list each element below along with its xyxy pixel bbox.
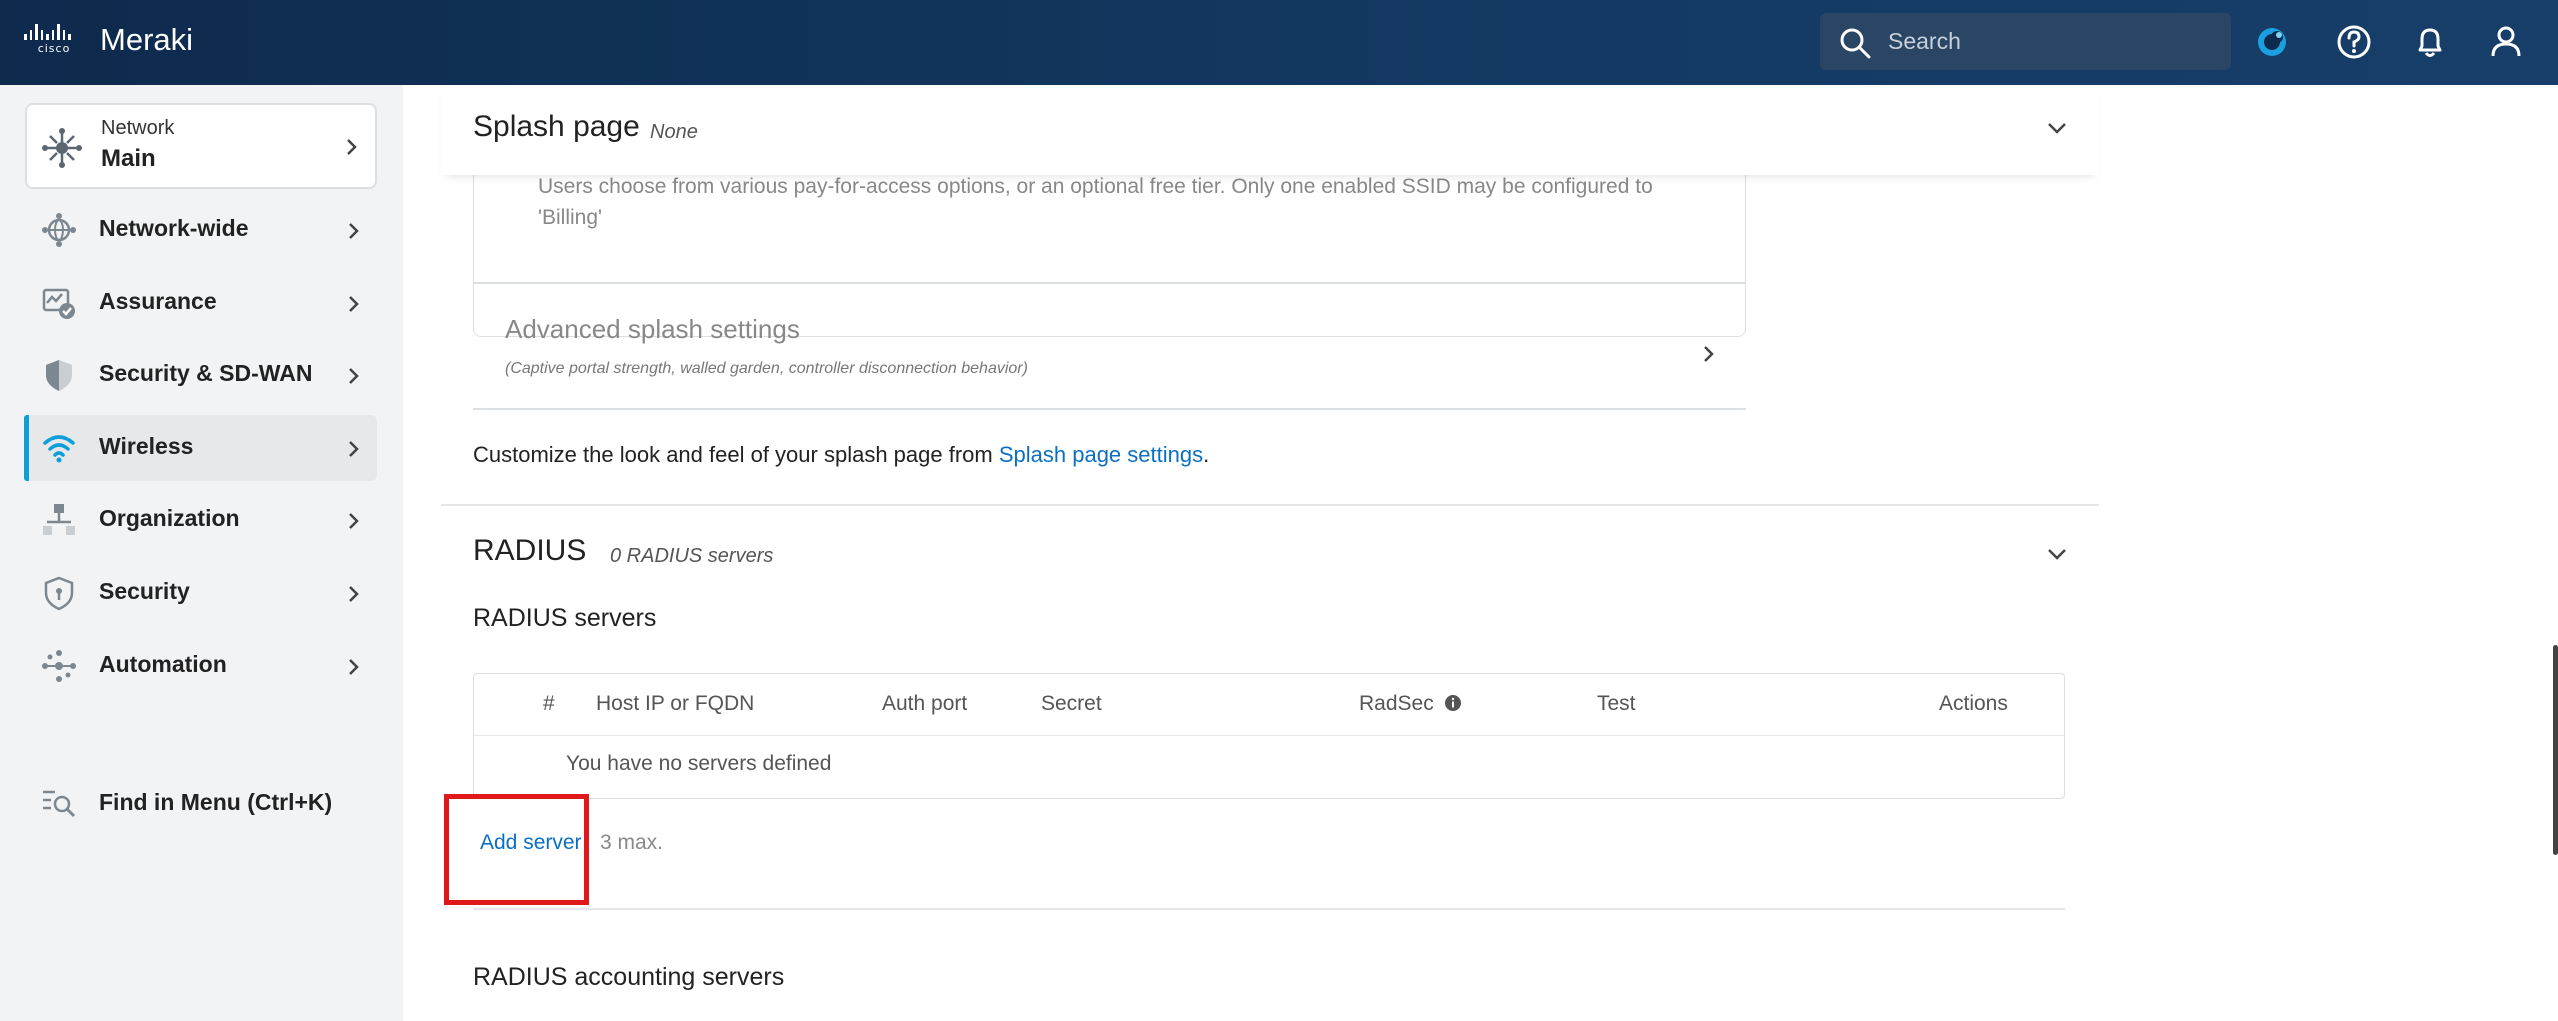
- advanced-splash-settings[interactable]: Advanced splash settings (Captive portal…: [473, 282, 1746, 410]
- chevron-right-icon: [349, 586, 359, 602]
- highlight-annotation: [444, 794, 589, 905]
- section-divider: [473, 908, 2065, 910]
- splash-page-settings-link[interactable]: Splash page settings: [999, 442, 1203, 467]
- chevron-right-icon: [349, 296, 359, 312]
- billing-description: Users choose from various pay-for-access…: [538, 175, 1653, 229]
- chevron-right-icon: [349, 368, 359, 384]
- column-header-number: #: [543, 692, 555, 715]
- automation-icon: [42, 650, 76, 682]
- find-in-menu[interactable]: Find in Menu (Ctrl+K): [25, 775, 377, 831]
- chevron-right-icon: [349, 659, 359, 675]
- column-header-test: Test: [1597, 692, 1636, 715]
- radius-title: RADIUS: [473, 534, 587, 567]
- sidebar-item-label: Assurance: [99, 288, 217, 314]
- radius-subtitle: 0 RADIUS servers: [610, 545, 774, 567]
- chevron-down-icon[interactable]: [2046, 121, 2068, 135]
- chevron-right-icon: [349, 223, 359, 239]
- customize-prefix: Customize the look and feel of your spla…: [473, 442, 999, 467]
- splash-title: Splash page: [473, 110, 640, 143]
- main-content: Splash page None Users choose from vario…: [403, 85, 2558, 1021]
- advanced-splash-title: Advanced splash settings: [505, 314, 800, 344]
- find-menu-label: Find in Menu (Ctrl+K): [99, 789, 333, 815]
- find-menu-icon: [43, 790, 76, 818]
- network-wide-icon: [42, 213, 76, 247]
- network-label: Network: [101, 117, 175, 139]
- chevron-right-icon: [349, 513, 359, 529]
- network-icon: [42, 128, 82, 168]
- info-icon[interactable]: [1444, 694, 1462, 712]
- max-servers-note: 3 max.: [600, 831, 664, 854]
- sidebar-item-security[interactable]: Security: [25, 560, 377, 626]
- wifi-icon: [43, 435, 75, 463]
- search-box[interactable]: [1820, 13, 2231, 70]
- cisco-logo-text: cisco: [37, 42, 71, 55]
- radsec-label: RadSec: [1359, 692, 1434, 715]
- search-input[interactable]: [1888, 13, 2218, 70]
- shield-icon: [44, 576, 74, 611]
- radius-accounting-heading: RADIUS accounting servers: [473, 963, 785, 991]
- sidebar-item-automation[interactable]: Automation: [25, 633, 377, 699]
- table-header: # Host IP or FQDN Auth port Secret RadSe…: [474, 674, 2064, 736]
- sidebar-item-label: Organization: [99, 505, 240, 531]
- search-icon: [1840, 28, 1871, 59]
- splash-subtitle: None: [650, 121, 698, 143]
- scrollbar[interactable]: [2553, 645, 2558, 855]
- sidebar: Network Main Network-wide Assurance Secu…: [0, 85, 403, 1021]
- sidebar-item-label: Wireless: [99, 433, 194, 459]
- splash-section-header[interactable]: Splash page None: [441, 85, 2099, 175]
- sidebar-item-label: Network-wide: [99, 215, 249, 241]
- network-name: Main: [101, 145, 156, 172]
- sidebar-item-label: Security: [99, 578, 190, 604]
- top-bar: cisco Meraki: [0, 0, 2558, 85]
- sidebar-item-wireless[interactable]: Wireless: [24, 415, 377, 481]
- sidebar-item-assurance[interactable]: Assurance: [25, 270, 377, 336]
- network-selector[interactable]: Network Main: [25, 103, 377, 189]
- customize-suffix: .: [1203, 442, 1210, 467]
- assurance-icon: [42, 288, 75, 319]
- empty-table-message: You have no servers defined: [566, 752, 832, 775]
- chevron-down-icon[interactable]: [2046, 547, 2068, 561]
- radius-servers-table: # Host IP or FQDN Auth port Secret RadSe…: [473, 673, 2065, 799]
- brand[interactable]: cisco Meraki: [24, 20, 193, 60]
- column-header-secret: Secret: [1041, 692, 1102, 715]
- cisco-logo: cisco: [24, 20, 84, 60]
- column-header-auth-port: Auth port: [882, 692, 968, 715]
- column-header-host: Host IP or FQDN: [596, 692, 755, 715]
- user-icon[interactable]: [2484, 20, 2528, 64]
- sidebar-item-network-wide[interactable]: Network-wide: [25, 197, 377, 263]
- chevron-right-icon: [347, 139, 357, 155]
- advanced-splash-subtitle: (Captive portal strength, walled garden,…: [505, 360, 1028, 377]
- sidebar-item-organization[interactable]: Organization: [25, 487, 377, 553]
- column-header-actions: Actions: [1939, 692, 2008, 715]
- customize-text: Customize the look and feel of your spla…: [473, 442, 1209, 468]
- assistant-icon[interactable]: [2250, 20, 2294, 64]
- organization-icon: [43, 504, 75, 535]
- chevron-right-icon: [1704, 346, 1714, 362]
- section-divider: [441, 504, 2099, 506]
- sidebar-item-label: Automation: [99, 651, 227, 677]
- radius-servers-heading: RADIUS servers: [473, 604, 657, 632]
- security-sdwan-icon: [46, 360, 72, 391]
- chevron-right-icon: [349, 441, 359, 457]
- column-header-radsec: RadSec: [1359, 692, 1462, 716]
- help-icon[interactable]: [2332, 20, 2376, 64]
- sidebar-item-security-sdwan[interactable]: Security & SD-WAN: [25, 342, 377, 408]
- app-name: Meraki: [100, 22, 194, 57]
- bell-icon[interactable]: [2408, 20, 2452, 64]
- sidebar-item-label: Security & SD-WAN: [99, 360, 313, 386]
